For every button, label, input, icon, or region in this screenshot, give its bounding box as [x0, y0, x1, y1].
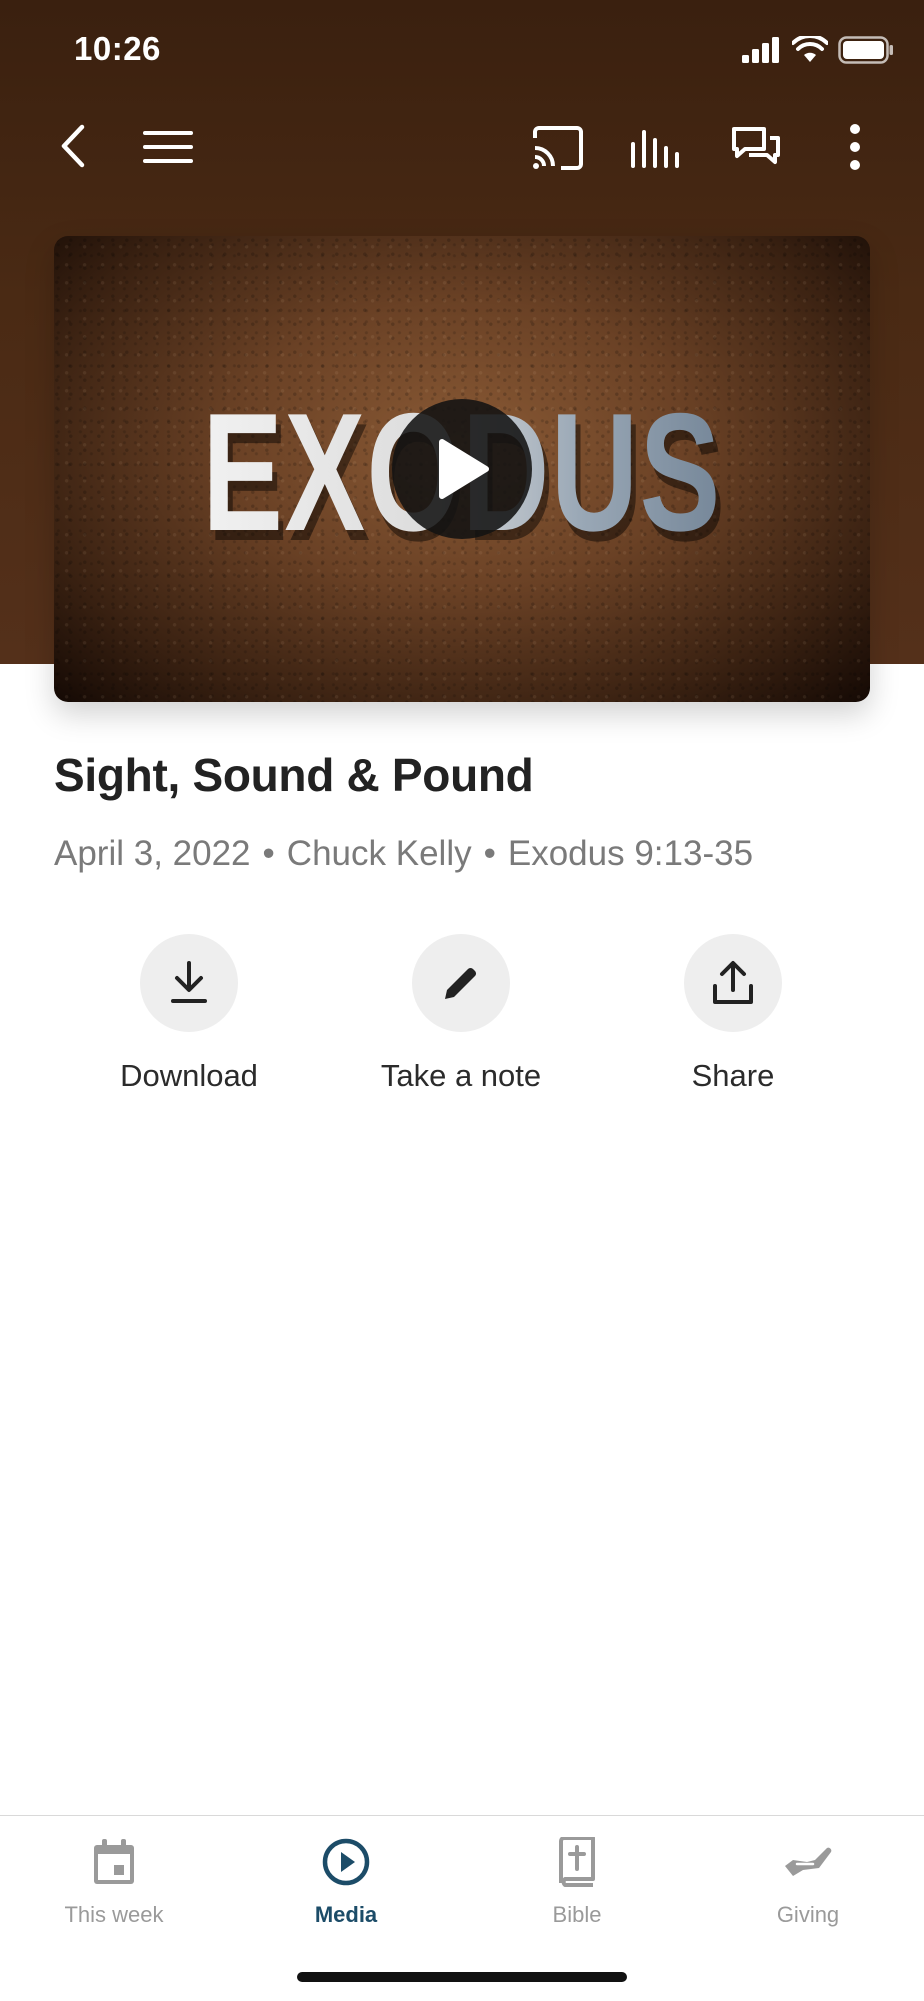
take-a-note-label: Take a note [380, 1058, 542, 1093]
menu-button[interactable] [140, 124, 196, 170]
meta-separator: • [483, 834, 496, 873]
sermon-date: April 3, 2022 [54, 834, 251, 873]
menu-icon [143, 131, 193, 163]
cast-button[interactable] [530, 122, 586, 174]
back-button[interactable] [48, 118, 98, 174]
audio-button[interactable] [628, 122, 684, 174]
video-thumbnail[interactable]: EXODUS EXODUS [54, 236, 870, 702]
take-a-note-circle [412, 934, 510, 1032]
more-button[interactable] [830, 118, 880, 176]
download-button[interactable]: Download [79, 934, 299, 1094]
back-icon [61, 124, 85, 168]
download-icon [171, 961, 207, 1003]
cellular-signal-icon [742, 37, 779, 63]
status-time: 10:26 [74, 30, 161, 67]
meta-separator: • [262, 834, 275, 873]
play-button[interactable] [392, 399, 532, 539]
cast-icon [533, 126, 583, 170]
tab-media-label: Media [314, 1902, 378, 1927]
sermon-title: Sight, Sound & Pound [54, 749, 534, 801]
play-icon [439, 439, 489, 499]
share-icon [713, 961, 753, 1004]
chat-button[interactable] [728, 122, 784, 174]
sermon-scripture[interactable]: Exodus 9:13-35 [508, 834, 753, 873]
wifi-icon [792, 36, 828, 62]
sermon-meta: April 3, 2022 • Chuck Kelly • Exodus 9:13-35 [54, 834, 753, 874]
giving-hand-icon [785, 1847, 832, 1876]
battery-icon [838, 36, 893, 64]
tab-giving[interactable]: Giving [708, 1834, 908, 1928]
bible-icon [559, 1837, 595, 1887]
more-icon [850, 124, 860, 170]
tab-bible[interactable]: Bible [477, 1834, 677, 1928]
take-a-note-button[interactable]: Take a note [351, 934, 571, 1094]
chat-icon [732, 127, 780, 164]
tab-this-week[interactable]: This week [14, 1834, 214, 1928]
pencil-icon [445, 967, 477, 999]
tab-giving-label: Giving [776, 1902, 840, 1927]
share-label: Share [691, 1058, 775, 1093]
tab-bible-label: Bible [552, 1902, 602, 1927]
download-circle [140, 934, 238, 1032]
share-button[interactable]: Share [623, 934, 843, 1094]
share-circle [684, 934, 782, 1032]
play-circle-icon [322, 1838, 370, 1886]
audio-icon [631, 130, 679, 168]
tab-media[interactable]: Media [246, 1834, 446, 1928]
home-indicator[interactable] [297, 1972, 627, 1982]
tab-this-week-label: This week [64, 1902, 164, 1927]
sermon-speaker[interactable]: Chuck Kelly [287, 834, 472, 873]
download-label: Download [120, 1058, 258, 1093]
calendar-icon [94, 1839, 134, 1884]
status-icons [742, 36, 894, 64]
